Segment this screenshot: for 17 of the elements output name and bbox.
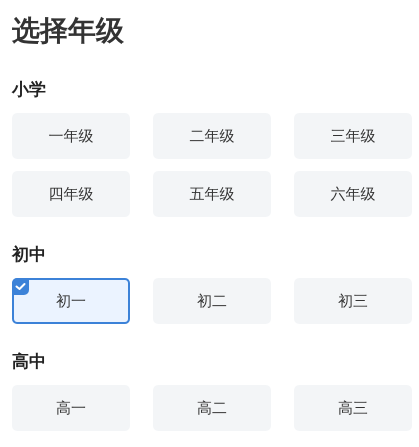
grade-option[interactable]: 初三 <box>294 278 412 324</box>
grade-option[interactable]: 高三 <box>294 385 412 431</box>
checkmark-icon <box>12 278 29 295</box>
section-heading: 高中 <box>12 351 47 374</box>
section-heading: 小学 <box>12 79 47 102</box>
grade-option[interactable]: 高一 <box>12 385 130 431</box>
grade-option[interactable]: 二年级 <box>153 113 271 159</box>
grade-option[interactable]: 初一 <box>12 278 130 324</box>
page-title: 选择年级 <box>12 14 125 48</box>
grade-option[interactable]: 初二 <box>153 278 271 324</box>
grade-option[interactable]: 六年级 <box>294 171 412 217</box>
grade-option[interactable]: 三年级 <box>294 113 412 159</box>
grade-option[interactable]: 五年级 <box>153 171 271 217</box>
grade-option[interactable]: 高二 <box>153 385 271 431</box>
grade-option[interactable]: 四年级 <box>12 171 130 217</box>
section-heading: 初中 <box>12 244 47 267</box>
grade-option[interactable]: 一年级 <box>12 113 130 159</box>
